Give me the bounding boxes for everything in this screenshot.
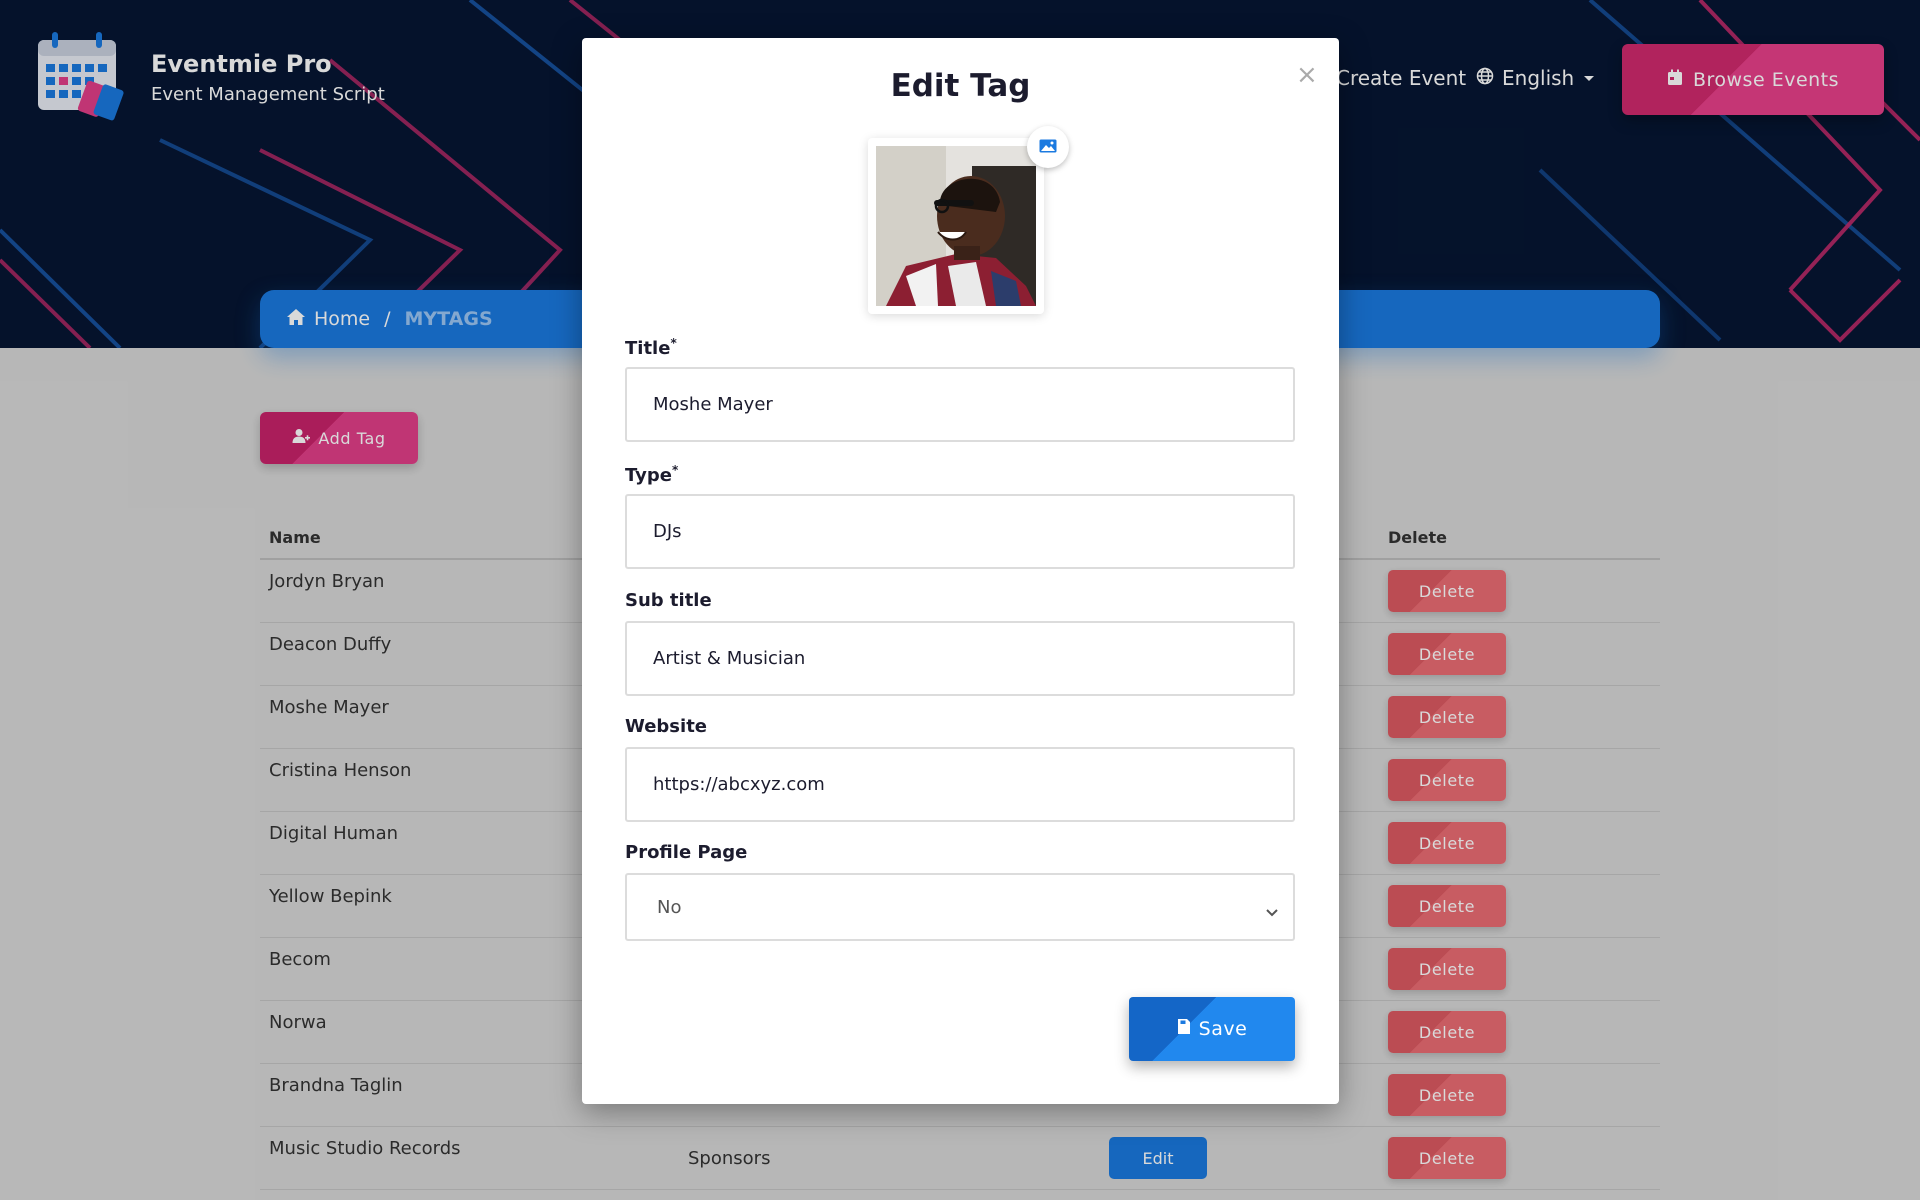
type-label: Type* <box>625 463 678 486</box>
profile-page-value: No <box>657 896 682 918</box>
modal-title: Edit Tag <box>890 68 1031 104</box>
chevron-down-icon <box>1265 902 1279 923</box>
change-image-button[interactable] <box>1027 126 1069 168</box>
title-label-text: Title <box>625 338 671 359</box>
avatar-frame <box>868 138 1044 314</box>
title-label: Title* <box>625 336 677 359</box>
website-label: Website <box>625 716 708 737</box>
image-icon <box>1039 138 1057 157</box>
save-icon <box>1177 1018 1191 1040</box>
edit-tag-modal: Edit Tag × Title* Moshe Mayer Type* DJs … <box>582 38 1339 1104</box>
close-icon[interactable]: × <box>1296 60 1318 90</box>
website-input[interactable]: https://abcxyz.com <box>625 747 1295 822</box>
required-marker: * <box>670 336 677 350</box>
profile-page-label: Profile Page <box>625 842 748 863</box>
type-label-text: Type <box>625 465 672 486</box>
save-label: Save <box>1198 1018 1248 1040</box>
avatar[interactable] <box>876 146 1036 306</box>
title-input[interactable]: Moshe Mayer <box>625 367 1295 442</box>
type-input[interactable]: DJs <box>625 494 1295 569</box>
profile-page-select[interactable]: No <box>625 873 1295 941</box>
required-marker: * <box>671 463 679 477</box>
save-button[interactable]: Save <box>1129 997 1295 1061</box>
subtitle-input[interactable]: Artist & Musician <box>625 621 1295 696</box>
subtitle-label: Sub title <box>625 590 712 611</box>
